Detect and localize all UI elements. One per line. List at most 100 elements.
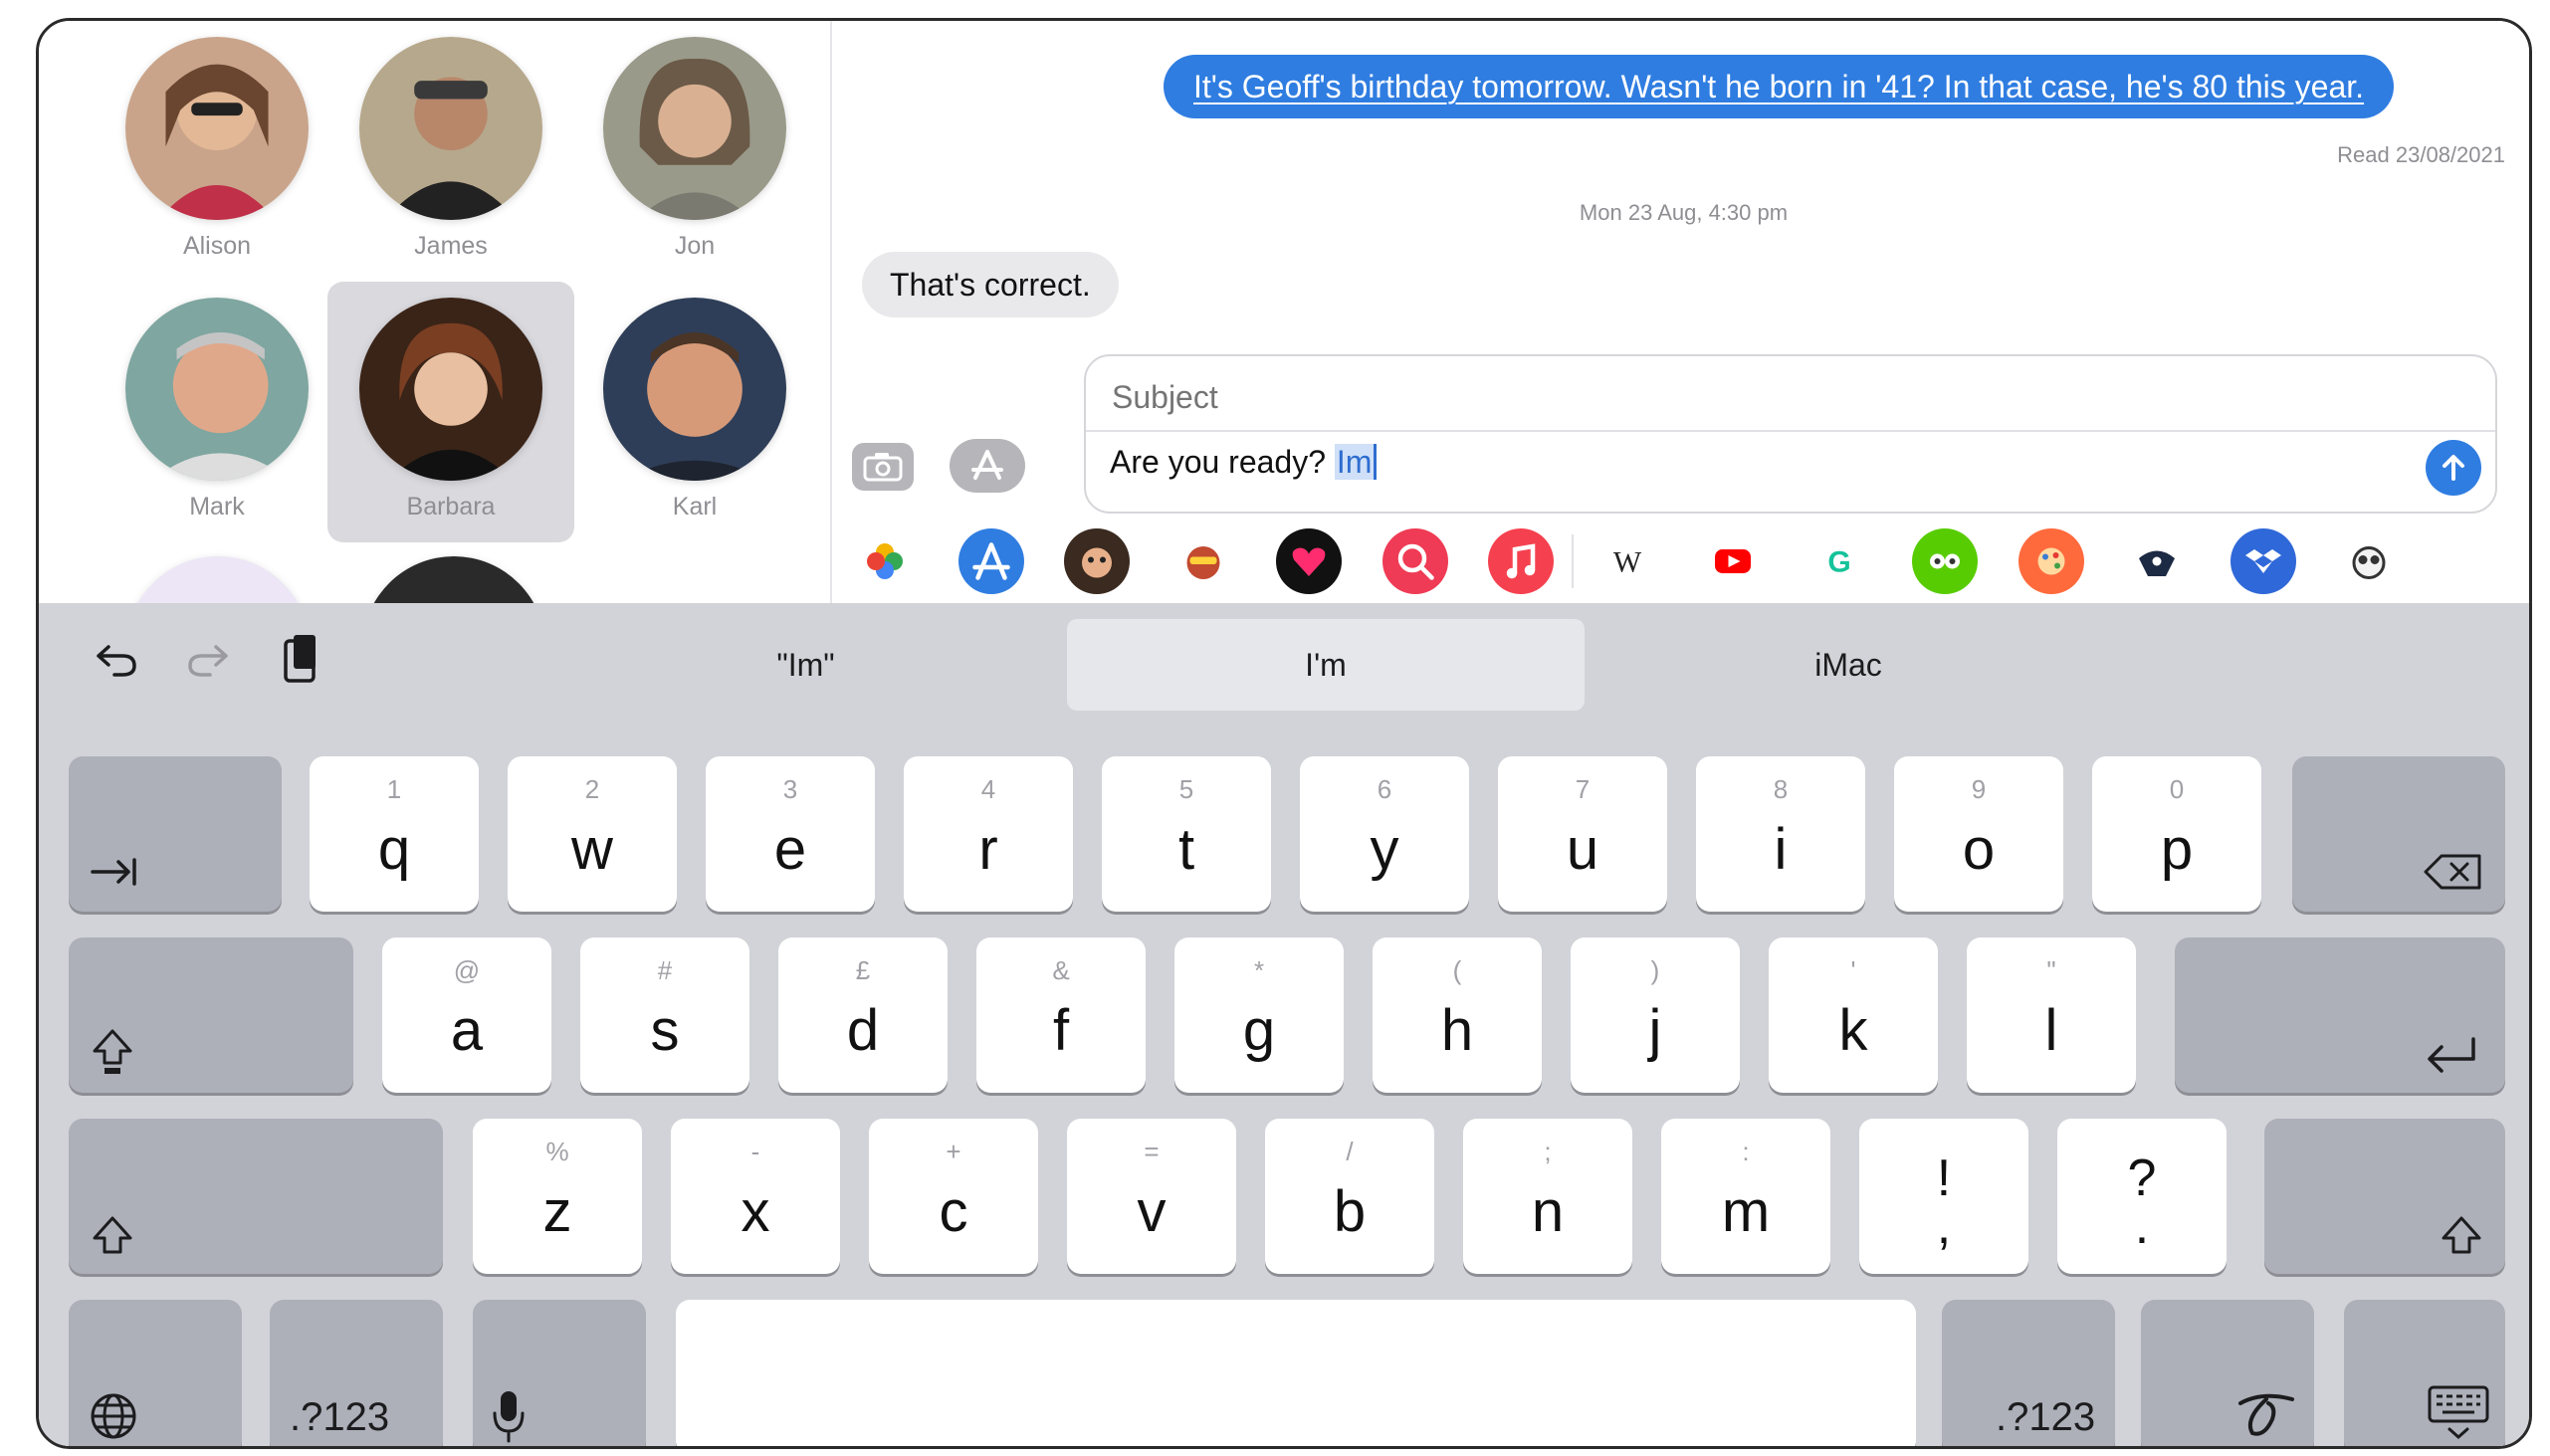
dropbox-app-icon[interactable] bbox=[2230, 528, 2296, 594]
music-app-icon[interactable] bbox=[1488, 528, 1554, 594]
incoming-message-bubble[interactable]: That's correct. bbox=[862, 252, 1119, 317]
avatar bbox=[359, 37, 542, 220]
memoji-app-icon[interactable] bbox=[1064, 528, 1130, 594]
key-hint: % bbox=[545, 1137, 569, 1166]
key-char: b bbox=[1333, 1179, 1367, 1244]
key-y[interactable]: 6y bbox=[1300, 756, 1469, 912]
shift-icon bbox=[2442, 1216, 2481, 1254]
key-hint: 3 bbox=[782, 774, 798, 804]
globe-key[interactable] bbox=[69, 1300, 242, 1446]
redo-button[interactable] bbox=[176, 627, 240, 691]
suggestion-1[interactable]: "Im" bbox=[549, 619, 1062, 711]
key-char: y bbox=[1370, 817, 1399, 882]
key-u[interactable]: 7u bbox=[1498, 756, 1667, 912]
key-d[interactable]: £ d bbox=[778, 937, 948, 1093]
key-f[interactable]: & f bbox=[976, 937, 1146, 1093]
contact-jon[interactable]: Jon bbox=[571, 21, 818, 282]
caps-lock-key[interactable] bbox=[69, 937, 353, 1093]
key-hint: 4 bbox=[980, 774, 996, 804]
key-o[interactable]: 9o bbox=[1894, 756, 2063, 912]
outgoing-message-bubble[interactable]: It's Geoff's birthday tomorrow. Wasn't h… bbox=[1164, 55, 2395, 118]
tab-icon bbox=[91, 858, 136, 886]
wikipedia-app-icon[interactable]: W bbox=[1594, 528, 1660, 594]
message-input[interactable]: Are you ready? Im bbox=[1110, 444, 1378, 481]
subject-field[interactable] bbox=[1110, 366, 2467, 428]
key-char: z bbox=[542, 1179, 572, 1244]
scribble-key[interactable] bbox=[2141, 1300, 2314, 1446]
dictation-key[interactable] bbox=[473, 1300, 646, 1446]
numbers-key-left[interactable]: .?123 bbox=[270, 1300, 443, 1446]
arrow-up-icon bbox=[2443, 455, 2464, 481]
key-c[interactable]: + c bbox=[869, 1119, 1038, 1274]
exclamation-comma-key[interactable]: !, bbox=[1859, 1119, 2028, 1274]
space-bar[interactable] bbox=[676, 1300, 1916, 1446]
divider bbox=[1572, 534, 1574, 588]
numbers-key-label: .?123 bbox=[1996, 1395, 2096, 1439]
key-hint: / bbox=[1346, 1137, 1354, 1166]
clipboard-icon bbox=[284, 635, 316, 683]
key-v[interactable]: = v bbox=[1067, 1119, 1236, 1274]
key-g[interactable]: * g bbox=[1174, 937, 1344, 1093]
suggestion-2[interactable]: I'm bbox=[1067, 619, 1585, 711]
key-p[interactable]: 0p bbox=[2092, 756, 2261, 912]
contact-james[interactable]: James bbox=[327, 21, 574, 282]
youtube-app-icon[interactable] bbox=[1700, 528, 1766, 594]
digital-touch-app-icon[interactable] bbox=[1276, 528, 1342, 594]
key-q[interactable]: 1q bbox=[310, 756, 479, 912]
app-store-app-icon[interactable] bbox=[957, 528, 1024, 594]
divider bbox=[1086, 430, 2495, 432]
key-hint: + bbox=[946, 1137, 961, 1166]
avatar bbox=[603, 298, 786, 481]
contact-mark[interactable]: Mark bbox=[94, 282, 340, 542]
animoji-app-icon[interactable] bbox=[1169, 528, 1236, 594]
key-z[interactable]: % z bbox=[473, 1119, 642, 1274]
key-char: j bbox=[1648, 998, 1662, 1063]
app-store-button[interactable] bbox=[950, 439, 1025, 493]
key-r[interactable]: 4r bbox=[904, 756, 1073, 912]
redo-icon bbox=[188, 645, 228, 677]
key-m[interactable]: :m bbox=[1661, 1119, 1830, 1274]
camera-button[interactable] bbox=[852, 443, 914, 491]
undo-button[interactable] bbox=[85, 627, 148, 691]
numbers-key-right[interactable]: .?123 bbox=[1942, 1300, 2115, 1446]
key-char: a bbox=[450, 998, 484, 1063]
image-search-app-icon[interactable] bbox=[1381, 528, 1448, 594]
key-s[interactable]: # s bbox=[580, 937, 749, 1093]
key-char: e bbox=[773, 817, 807, 882]
return-key[interactable] bbox=[2175, 937, 2505, 1093]
contact-karl[interactable]: Karl bbox=[571, 282, 818, 542]
tab-key[interactable] bbox=[69, 756, 282, 912]
key-k[interactable]: ' k bbox=[1769, 937, 1938, 1093]
contact-alison[interactable]: Alison bbox=[94, 21, 340, 282]
key-x[interactable]: -x bbox=[671, 1119, 840, 1274]
key-hint: 2 bbox=[584, 774, 600, 804]
key-a[interactable]: @ a bbox=[382, 937, 551, 1093]
svg-text:G: G bbox=[1827, 546, 1850, 579]
hide-keyboard-key[interactable] bbox=[2344, 1300, 2505, 1446]
key-char: q bbox=[377, 817, 411, 882]
key-n[interactable]: ; n bbox=[1463, 1119, 1632, 1274]
paint-app-icon[interactable] bbox=[2018, 528, 2084, 594]
send-button[interactable] bbox=[2426, 440, 2481, 496]
shift-left-key[interactable] bbox=[69, 1119, 443, 1274]
key-w[interactable]: 2w bbox=[508, 756, 677, 912]
grammarly-app-icon[interactable]: G bbox=[1806, 528, 1872, 594]
delete-key[interactable] bbox=[2292, 756, 2505, 912]
key-l[interactable]: " l bbox=[1967, 937, 2136, 1093]
key-j[interactable]: ) j bbox=[1571, 937, 1740, 1093]
key-t[interactable]: 5t bbox=[1102, 756, 1271, 912]
panda-app-icon[interactable] bbox=[2336, 528, 2402, 594]
photos-app-icon[interactable] bbox=[852, 528, 918, 594]
key-b[interactable]: / b bbox=[1265, 1119, 1434, 1274]
paste-button[interactable] bbox=[270, 627, 333, 691]
key-i[interactable]: 8i bbox=[1696, 756, 1865, 912]
suggestion-3[interactable]: iMac bbox=[1590, 619, 2107, 711]
contact-barbara[interactable]: Barbara bbox=[327, 282, 574, 542]
question-period-key[interactable]: ?. bbox=[2057, 1119, 2227, 1274]
key-e[interactable]: 3e bbox=[706, 756, 875, 912]
key-hint: 8 bbox=[1773, 774, 1789, 804]
key-h[interactable]: (h bbox=[1373, 937, 1542, 1093]
duolingo-app-icon[interactable] bbox=[1912, 528, 1978, 594]
bird-app-icon[interactable] bbox=[2124, 528, 2190, 594]
shift-right-key[interactable] bbox=[2264, 1119, 2505, 1274]
